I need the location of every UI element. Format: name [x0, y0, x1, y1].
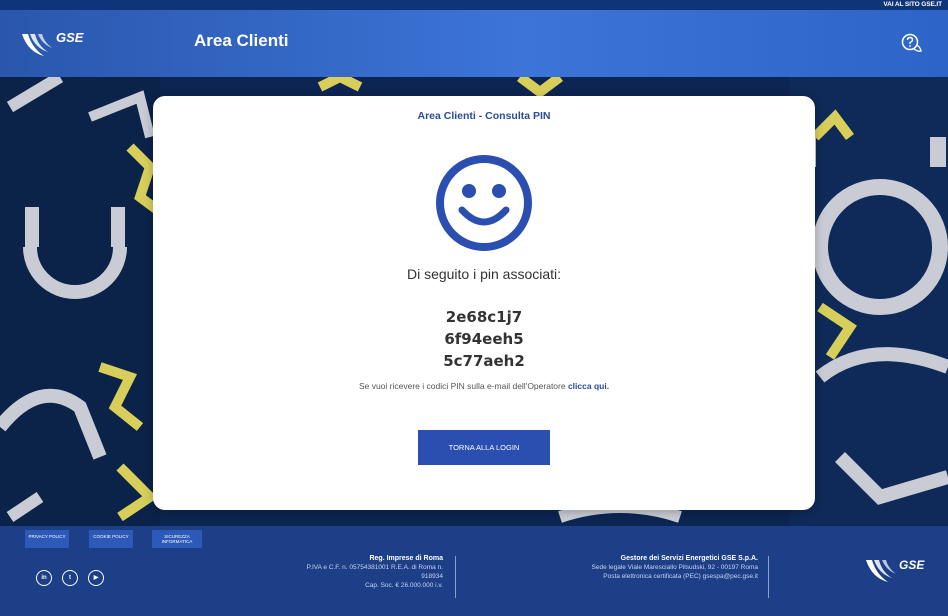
privacy-policy-link[interactable]: PRIVACY POLICY [25, 530, 69, 548]
company-info: Gestore dei Servizi Energetici GSE S.p.A… [592, 554, 758, 581]
send-email-link[interactable]: clicca qui. [568, 381, 609, 391]
registration-info: Reg. Imprese di Roma P.IVA e C.F. n. 057… [307, 554, 443, 590]
pin-card: Area Clienti - Consulta PIN Di seguito i… [153, 96, 815, 510]
security-link[interactable]: SICUREZZA INFORMATICA [152, 530, 202, 548]
pin-code: 2e68c1j7 [445, 308, 523, 326]
reg-title: Reg. Imprese di Roma [369, 555, 443, 562]
twitter-icon[interactable]: t [62, 570, 78, 586]
company-line: Sede legale Viale Maresciallo Pilsudski,… [591, 564, 758, 571]
svg-text:GSE: GSE [899, 558, 925, 572]
svg-text:GSE: GSE [56, 30, 84, 45]
gse-logo[interactable]: GSE [18, 26, 98, 62]
email-info-text: Se vuoi ricevere i codici PIN sulla e-ma… [358, 381, 568, 391]
back-to-login-button[interactable]: TORNA ALLA LOGIN [418, 430, 550, 465]
pin-code: 5c77aeh2 [443, 352, 525, 370]
youtube-icon[interactable]: ▶ [88, 570, 104, 586]
reg-line: P.IVA e C.F. n. 05754381001 R.E.A. di Ro… [306, 564, 443, 571]
linkedin-icon[interactable]: in [36, 570, 52, 586]
cookie-policy-link[interactable]: COOKIE POLICY [89, 530, 133, 548]
pin-code: 6f94eeh5 [444, 330, 524, 348]
footer-divider [768, 556, 769, 598]
company-line: Posta elettronica certificata (PEC) gses… [603, 573, 758, 580]
reg-line: Cap. Soc. € 26.000.000 i.v. [365, 582, 443, 589]
pin-list: 2e68c1j7 6f94eeh5 5c77aeh2 [153, 306, 815, 372]
card-title: Area Clienti - Consulta PIN [417, 110, 551, 122]
help-chat-icon[interactable] [900, 32, 924, 56]
footer: PRIVACY POLICY COOKIE POLICY SICUREZZA I… [0, 526, 948, 616]
footer-divider [455, 556, 456, 598]
footer-gse-logo[interactable]: GSE [864, 554, 936, 588]
email-info: Se vuoi ricevere i codici PIN sulla e-ma… [153, 381, 815, 391]
reg-line: 918934 [421, 573, 443, 580]
company-title: Gestore dei Servizi Energetici GSE S.p.A… [620, 555, 758, 562]
smiley-icon [436, 155, 532, 251]
gse-site-link[interactable]: VAI AL SITO GSE.IT [883, 0, 942, 10]
top-strip: VAI AL SITO GSE.IT [0, 0, 948, 10]
pins-intro: Di seguito i pin associati: [406, 266, 562, 282]
header: GSE Area Clienti [0, 10, 948, 77]
page-title: Area Clienti [194, 31, 289, 50]
